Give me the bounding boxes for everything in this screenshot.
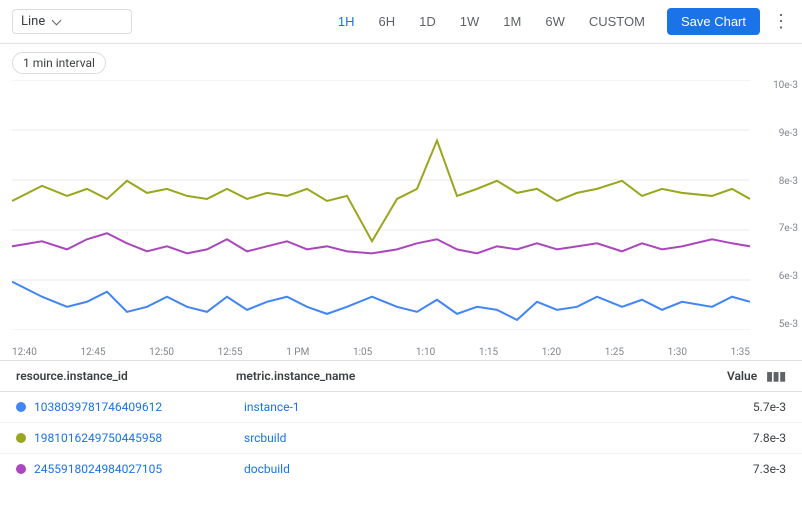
- toolbar: Line 1H 6H 1D 1W 1M 6W CUSTOM Save Chart…: [0, 0, 802, 44]
- x-label-3: 12:55: [218, 347, 243, 358]
- data-table: resource.instance_id metric.instance_nam…: [0, 360, 802, 484]
- time-btn-6w[interactable]: 6W: [535, 9, 575, 34]
- chart-area: 10e-3 9e-3 8e-3 7e-3 6e-3 5e-3 12:40 12:…: [0, 80, 802, 360]
- value-cell-2: 7.3e-3: [706, 462, 786, 476]
- time-controls: 1H 6H 1D 1W 1M 6W CUSTOM Save Chart ⋮: [328, 8, 790, 35]
- chart-type-label: Line: [21, 14, 45, 29]
- metric-name-cell-2[interactable]: docbuild: [244, 462, 706, 476]
- y-label-2: 8e-3: [779, 176, 798, 187]
- series-dot-olive: [16, 433, 26, 443]
- resource-id-cell-2[interactable]: 245591802498402710​5: [34, 462, 244, 476]
- time-btn-1m[interactable]: 1M: [493, 9, 531, 34]
- x-label-11: 1:35: [731, 347, 750, 358]
- value-col-header: Value ▮▮▮: [706, 369, 786, 383]
- time-btn-6h[interactable]: 6H: [369, 9, 406, 34]
- x-axis-labels: 12:40 12:45 12:50 12:55 1 PM 1:05 1:10 1…: [12, 347, 750, 358]
- y-label-5: 5e-3: [779, 319, 798, 330]
- time-btn-custom[interactable]: CUSTOM: [579, 9, 655, 34]
- metric-name-cell-1[interactable]: srcbuild: [244, 431, 706, 445]
- chart-type-dropdown[interactable]: Line: [12, 9, 132, 34]
- interval-badge: 1 min interval: [12, 52, 106, 74]
- metric-name-cell-0[interactable]: instance-1: [244, 400, 706, 414]
- series-dot-blue: [16, 402, 26, 412]
- x-label-9: 1:25: [605, 347, 624, 358]
- y-label-0: 10e-3: [773, 80, 798, 91]
- table-columns-icon[interactable]: ▮▮▮: [766, 369, 786, 383]
- time-btn-1w[interactable]: 1W: [450, 9, 490, 34]
- x-label-7: 1:15: [479, 347, 498, 358]
- save-chart-button[interactable]: Save Chart: [667, 8, 760, 35]
- time-btn-1h[interactable]: 1H: [328, 9, 365, 34]
- resource-id-cell-0[interactable]: 103803978174640961​2: [34, 400, 244, 414]
- y-axis-labels: 10e-3 9e-3 8e-3 7e-3 6e-3 5e-3: [773, 80, 798, 330]
- y-label-1: 9e-3: [779, 128, 798, 139]
- resource-col-header: resource.instance_id: [16, 369, 236, 383]
- x-label-0: 12:40: [12, 347, 37, 358]
- table-row: 103803978174640961​2 instance-1 5.7e-3: [0, 392, 802, 423]
- series-dot-purple: [16, 464, 26, 474]
- interval-badge-container: 1 min interval: [0, 44, 802, 78]
- table-row: 245591802498402710​5 docbuild 7.3e-3: [0, 454, 802, 484]
- x-label-5: 1:05: [353, 347, 372, 358]
- x-label-2: 12:50: [149, 347, 174, 358]
- x-label-10: 1:30: [668, 347, 687, 358]
- more-options-icon[interactable]: ⋮: [772, 11, 790, 32]
- value-cell-0: 5.7e-3: [706, 400, 786, 414]
- value-cell-1: 7.8e-3: [706, 431, 786, 445]
- x-label-4: 1 PM: [286, 347, 309, 358]
- metric-col-header: metric.instance_name: [236, 369, 706, 383]
- y-label-4: 6e-3: [779, 271, 798, 282]
- y-label-3: 7e-3: [779, 223, 798, 234]
- chevron-down-icon: [52, 15, 62, 25]
- time-btn-1d[interactable]: 1D: [409, 9, 446, 34]
- chart-svg: [12, 80, 750, 330]
- x-label-1: 12:45: [81, 347, 106, 358]
- table-row: 198101624975044595​8 srcbuild 7.8e-3: [0, 423, 802, 454]
- x-label-6: 1:10: [416, 347, 435, 358]
- x-label-8: 1:20: [542, 347, 561, 358]
- resource-id-cell-1[interactable]: 198101624975044595​8: [34, 431, 244, 445]
- table-header: resource.instance_id metric.instance_nam…: [0, 361, 802, 392]
